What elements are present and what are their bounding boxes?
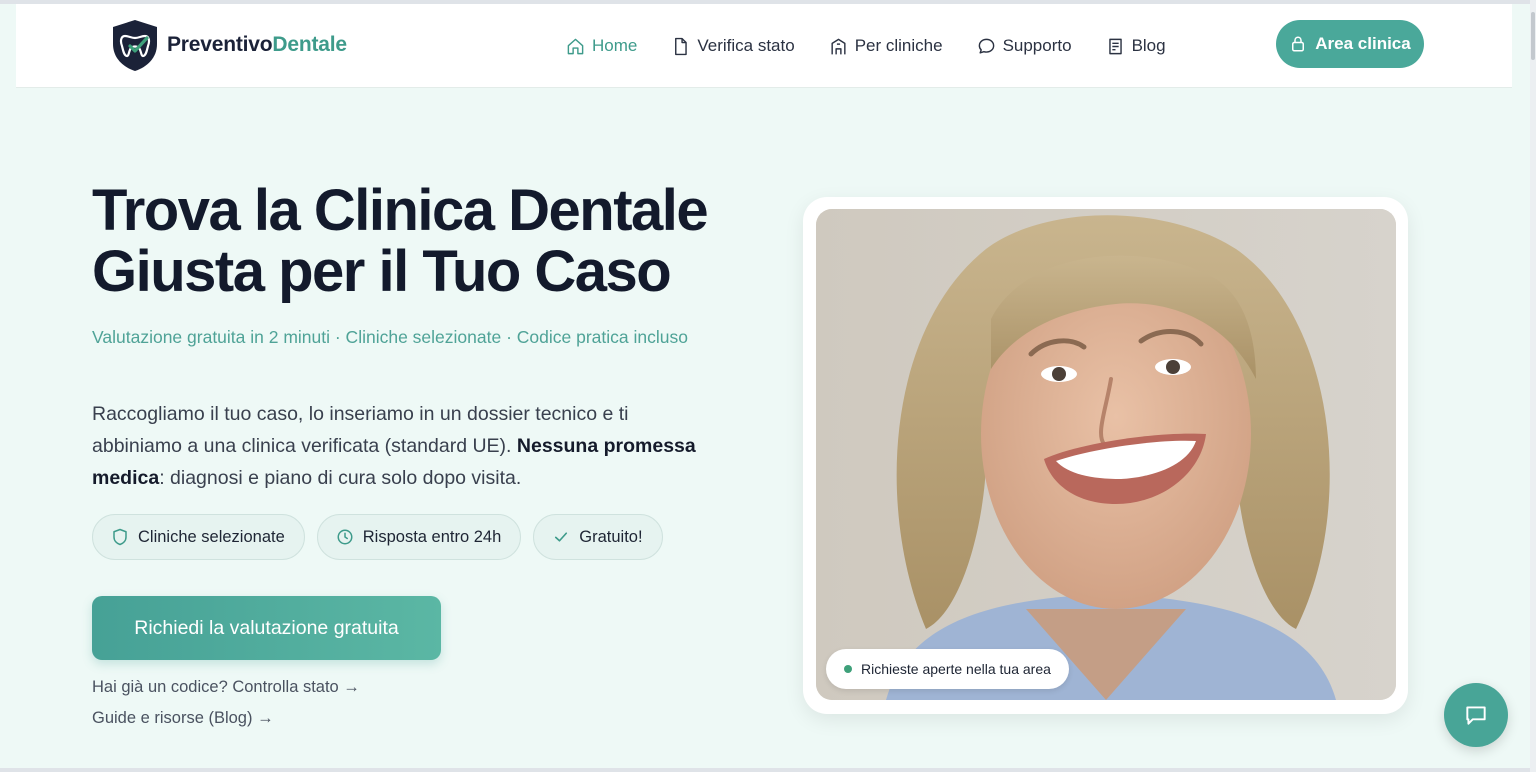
home-icon <box>567 38 584 54</box>
badge-gratuito: Gratuito! <box>533 514 663 560</box>
nav-item-home[interactable]: Home <box>566 36 637 56</box>
controlla-stato-link[interactable]: Hai già un codice? Controlla stato → <box>92 678 360 697</box>
badge-label-risposta: Risposta entro 24h <box>362 527 502 546</box>
badge-cliniche-selezionate: Cliniche selezionate <box>92 514 305 560</box>
nav-item-supporto[interactable]: Supporto <box>977 36 1072 56</box>
hero-badges: Cliniche selezionate Risposta entro 24h … <box>92 514 663 560</box>
nav-label-per-cliniche: Per cliniche <box>854 36 943 55</box>
badge-label-gratuito: Gratuito! <box>579 527 643 546</box>
page: PreventivoDentale Home Verifica stato Pe… <box>0 4 1530 768</box>
hero-title-line2: Giusta per il Tuo Caso <box>92 239 672 304</box>
nav-item-per-cliniche[interactable]: Per cliniche <box>829 36 943 56</box>
top-navbar: PreventivoDentale Home Verifica stato Pe… <box>16 4 1512 88</box>
status-pill: Richieste aperte nella tua area <box>826 649 1069 689</box>
page-scrollbar[interactable] <box>1530 0 1536 772</box>
blog-link[interactable]: Guide e risorse (Blog) → <box>92 709 274 728</box>
status-pill-label: Richieste aperte nella tua area <box>861 661 1051 677</box>
brand-name-part1: Preventivo <box>167 33 273 56</box>
badge-label-cliniche: Cliniche selezionate <box>138 527 285 546</box>
smiling-woman-image <box>816 209 1396 700</box>
hero-title: Trova la Clinica Dentale Giusta per il T… <box>92 180 732 302</box>
clock-icon <box>337 529 353 545</box>
tooth-shield-icon <box>113 20 157 71</box>
nav-item-blog[interactable]: Blog <box>1106 36 1166 56</box>
article-icon <box>1108 38 1122 54</box>
hero-description-part2: : diagnosi e piano di cura solo dopo vis… <box>159 467 522 489</box>
badge-risposta-24h: Risposta entro 24h <box>316 514 522 560</box>
nav-item-verifica-stato[interactable]: Verifica stato <box>671 36 795 56</box>
brand-logo[interactable]: PreventivoDentale <box>109 18 347 72</box>
nav-label-supporto: Supporto <box>1002 36 1072 55</box>
richiedi-valutazione-button[interactable]: Richiedi la valutazione gratuita <box>92 596 441 660</box>
hero-title-line1: Trova la Clinica Dentale <box>92 178 709 243</box>
hero-photo-card: Richieste aperte nella tua area <box>803 197 1408 714</box>
status-dot <box>844 665 852 673</box>
hero-photo: Richieste aperte nella tua area <box>816 209 1396 700</box>
nav-label-verifica-stato: Verifica stato <box>697 36 795 55</box>
document-icon <box>675 37 688 55</box>
chat-bubble-icon <box>1466 706 1486 725</box>
area-clinica-label: Area clinica <box>1315 34 1411 53</box>
page-scrollbar-thumb[interactable] <box>1531 12 1535 60</box>
chat-button[interactable] <box>1444 683 1508 747</box>
main-nav: Home Verifica stato Per cliniche Support… <box>566 4 1200 88</box>
hero-tagline: Valutazione gratuita in 2 minuti · Clini… <box>92 327 688 347</box>
hero-description: Raccogliamo il tuo caso, lo inseriamo in… <box>92 398 702 494</box>
brand-name-part2: Dentale <box>272 33 347 56</box>
nav-label-home: Home <box>592 36 638 55</box>
building-icon <box>831 38 846 54</box>
lock-icon <box>1292 36 1305 52</box>
shield-icon <box>113 528 127 546</box>
check-icon <box>555 532 568 542</box>
area-clinica-button[interactable]: Area clinica <box>1276 20 1424 68</box>
chat-bubble-icon <box>978 38 994 54</box>
nav-label-blog: Blog <box>1131 36 1166 55</box>
